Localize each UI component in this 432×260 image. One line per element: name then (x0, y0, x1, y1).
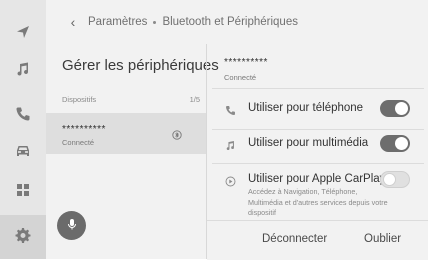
forget-button[interactable]: Oublier (364, 233, 401, 245)
toggle-knob (383, 173, 396, 186)
toggle-knob (395, 102, 408, 115)
microphone-icon (66, 217, 78, 235)
breadcrumb: Paramètres Bluetooth et Périphériques (88, 16, 298, 28)
device-list-label: Dispositifs (62, 95, 97, 104)
device-name: ********** (62, 124, 106, 135)
navigation-arrow-icon (15, 24, 31, 45)
option-carplay[interactable]: Utiliser pour Apple CarPlay Accédez à Na… (207, 160, 428, 220)
breadcrumb-bluetooth: Bluetooth et Périphériques (162, 16, 298, 28)
settings-gear-icon (15, 227, 31, 248)
option-media[interactable]: Utiliser pour multimédia (207, 124, 428, 164)
rail-phone-button[interactable] (0, 96, 46, 136)
page-title: Gérer les périphériques (62, 57, 219, 74)
breadcrumb-settings[interactable]: Paramètres (88, 16, 147, 28)
option-media-label: Utiliser pour multimédia (248, 137, 369, 149)
device-list-header: Dispositifs 1/5 (62, 95, 200, 104)
music-note-icon (15, 61, 31, 82)
rail-media-button[interactable] (0, 51, 46, 91)
device-list-item[interactable]: ********** Connecté (46, 113, 206, 154)
rail-apps-button[interactable] (0, 172, 46, 212)
car-icon (15, 143, 31, 164)
bluetooth-icon (172, 127, 182, 140)
side-rail (0, 0, 46, 259)
action-bar: Déconnecter Oublier (207, 220, 428, 260)
toggle-carplay[interactable] (380, 171, 410, 188)
rail-navigation-button[interactable] (0, 14, 46, 54)
toggle-knob (395, 137, 408, 150)
apps-grid-icon (15, 182, 31, 203)
header: ‹ Paramètres Bluetooth et Périphériques (46, 0, 428, 44)
breadcrumb-separator (153, 20, 157, 24)
option-carplay-label: Utiliser pour Apple CarPlay (248, 173, 386, 185)
option-phone[interactable]: Utiliser pour téléphone (207, 89, 428, 129)
rail-vehicle-button[interactable] (0, 133, 46, 173)
chevron-left-icon: ‹ (70, 14, 76, 30)
toggle-phone[interactable] (380, 100, 410, 117)
device-status: Connecté (62, 138, 95, 147)
screen: ‹ Paramètres Bluetooth et Périphériques … (0, 0, 432, 260)
selected-device-name: ********** (224, 57, 268, 68)
phone-icon (15, 106, 31, 127)
music-note-icon (225, 138, 236, 150)
selected-device-status: Connecté (224, 73, 257, 82)
voice-button[interactable] (57, 211, 86, 240)
toggle-media[interactable] (380, 135, 410, 152)
rail-settings-button[interactable] (0, 215, 46, 259)
back-button[interactable]: ‹ (58, 7, 88, 37)
disconnect-button[interactable]: Déconnecter (262, 233, 327, 245)
option-carplay-description: Accédez à Navigation, Téléphone, Multimé… (248, 187, 388, 217)
device-count: 1/5 (189, 95, 200, 104)
screen-edge (428, 0, 432, 259)
option-phone-label: Utiliser pour téléphone (248, 102, 364, 114)
phone-icon (225, 103, 236, 115)
carplay-icon (225, 174, 236, 187)
